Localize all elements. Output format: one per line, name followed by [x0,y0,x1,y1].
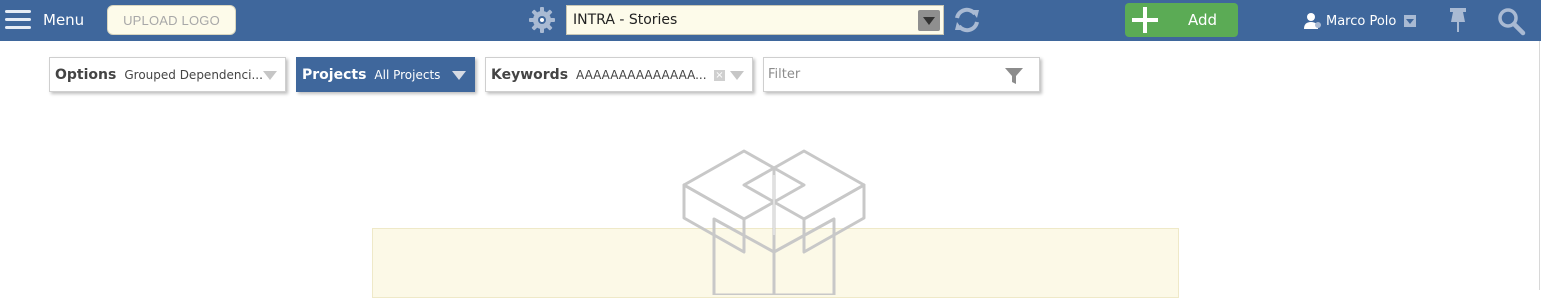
menu-button[interactable]: Menu [5,7,84,33]
funnel-icon[interactable] [1005,67,1023,85]
user-menu[interactable]: Marco Polo [1304,10,1417,32]
refresh-icon[interactable] [953,6,981,34]
options-filter[interactable]: Options Grouped Dependenci... [49,57,286,92]
clear-icon[interactable]: × [714,70,725,81]
keywords-filter-value: AAAAAAAAAAAAAA... [576,67,707,82]
filter-box [763,57,1040,92]
options-filter-value: Grouped Dependenci... [124,67,263,82]
search-icon[interactable] [1496,6,1526,36]
projects-filter-value: All Projects [374,67,441,82]
plus-icon [1132,7,1158,33]
empty-box-icon [682,149,866,295]
project-select-value: INTRA - Stories [573,12,678,28]
add-label: Add [1188,11,1218,29]
projects-filter-name: Projects [302,66,367,83]
chevron-down-icon[interactable] [918,10,940,31]
gear-icon[interactable] [527,5,557,35]
add-button[interactable]: Add [1125,3,1238,37]
user-icon [1304,13,1321,29]
user-name: Marco Polo [1326,13,1397,29]
chevron-down-icon[interactable] [452,71,466,80]
keywords-filter-name: Keywords [491,66,569,83]
upload-logo-button[interactable]: UPLOAD LOGO [107,5,236,35]
pin-icon[interactable] [1446,6,1470,34]
keywords-filter[interactable]: Keywords AAAAAAAAAAAAAA... × [485,57,753,92]
menu-icon [5,8,31,32]
chevron-down-icon[interactable] [730,71,744,80]
options-filter-name: Options [55,66,117,83]
project-select[interactable]: INTRA - Stories [566,5,944,35]
top-bar: Menu UPLOAD LOGO INTRA - Stories Add Mar… [0,0,1541,41]
filter-input[interactable] [764,58,994,91]
projects-filter[interactable]: Projects All Projects [296,57,475,92]
chevron-down-icon[interactable] [1404,15,1417,27]
menu-label: Menu [43,11,85,29]
chevron-down-icon[interactable] [263,71,277,80]
divider [1539,41,1540,290]
